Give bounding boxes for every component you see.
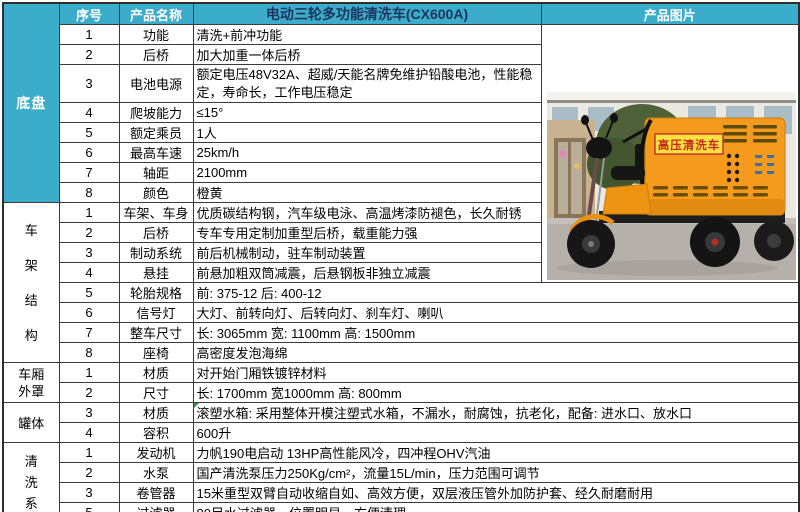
seq-cell: 3 xyxy=(59,403,119,423)
vehicle-sign-text: 高压清洗车 xyxy=(657,138,720,152)
spec-cell: 前后机械制动，驻车制动装置 xyxy=(193,243,541,263)
seq-cell: 3 xyxy=(59,243,119,263)
spec-cell: 2100mm xyxy=(193,163,541,183)
name-cell: 材质 xyxy=(119,363,193,383)
seq-cell: 4 xyxy=(59,263,119,283)
seq-cell: 4 xyxy=(59,423,119,443)
spec-cell: 加大加重一体后桥 xyxy=(193,45,541,65)
name-cell: 卷管器 xyxy=(119,483,193,503)
spec-cell: 力帆190电启动 13HP高性能风冷，四冲程OHV汽油 xyxy=(193,443,799,463)
floor-panel xyxy=(603,184,651,214)
seq-cell: 2 xyxy=(59,223,119,243)
section-label-tank: 罐体 xyxy=(3,403,59,443)
name-cell: 轮胎规格 xyxy=(119,283,193,303)
name-cell: 水泵 xyxy=(119,463,193,483)
name-cell: 过滤器 xyxy=(119,503,193,512)
name-cell: 后桥 xyxy=(119,45,193,65)
spec-cell: 长: 3065mm 宽: 1100mm 高: 1500mm xyxy=(193,323,799,343)
section-label-frame: 车架结构 xyxy=(3,203,59,363)
name-cell: 座椅 xyxy=(119,343,193,363)
name-cell: 功能 xyxy=(119,25,193,45)
seq-cell: 6 xyxy=(59,143,119,163)
seq-cell: 1 xyxy=(59,25,119,45)
seq-cell: 7 xyxy=(59,163,119,183)
seq-cell: 1 xyxy=(59,443,119,463)
name-cell: 后桥 xyxy=(119,223,193,243)
spec-cell: 600升 xyxy=(193,423,799,443)
product-spec-table: 底盘 序号 产品名称 电动三轮多功能清洗车(CX600A) 产品图片 1 功能 … xyxy=(2,2,800,512)
name-cell: 车架、车身 xyxy=(119,203,193,223)
seq-cell: 5 xyxy=(59,283,119,303)
spec-cell: 大灯、前转向灯、后转向灯、刹车灯、喇叭 xyxy=(193,303,799,323)
name-cell: 最高车速 xyxy=(119,143,193,163)
spec-cell: 橙黄 xyxy=(193,183,541,203)
seq-cell: 5 xyxy=(59,123,119,143)
spec-cell: 1人 xyxy=(193,123,541,143)
spec-cell: 高密度发泡海绵 xyxy=(193,343,799,363)
seq-cell: 8 xyxy=(59,343,119,363)
spec-cell: 国产清洗泵压力250Kg/cm²，流量15L/min，压力范围可调节 xyxy=(193,463,799,483)
spec-cell: 对开始门厢铁镀锌材料 xyxy=(193,363,799,383)
name-cell: 爬坡能力 xyxy=(119,103,193,123)
seq-cell: 4 xyxy=(59,103,119,123)
table-title: 电动三轮多功能清洗车(CX600A) xyxy=(193,3,541,25)
seq-cell: 3 xyxy=(59,65,119,103)
spec-cell: 额定电压48V32A、超威/天能名牌免维护铅酸电池，性能稳定，寿命长，工作电压稳… xyxy=(193,65,541,103)
spec-cell: 优质碳结构钢，汽车级电泳、高温烤漆防褪色，长久耐锈 xyxy=(193,203,541,223)
name-cell: 轴距 xyxy=(119,163,193,183)
product-photo-cell: 高压清洗车 xyxy=(541,25,799,283)
spec-cell: 清洗+前冲功能 xyxy=(193,25,541,45)
name-cell: 电池电源 xyxy=(119,65,193,103)
spec-cell: 80目水过滤器，位置明显，方便清理 xyxy=(193,503,799,512)
seq-cell: 1 xyxy=(59,363,119,383)
column-header-name: 产品名称 xyxy=(119,3,193,25)
name-cell: 颜色 xyxy=(119,183,193,203)
name-cell: 发动机 xyxy=(119,443,193,463)
spec-cell: 滚塑水箱: 采用整体开模注塑式水箱，不漏水，耐腐蚀，抗老化，配备: 进水口、放水… xyxy=(193,403,799,423)
seq-cell: 6 xyxy=(59,303,119,323)
seq-cell: 1 xyxy=(59,203,119,223)
section-label-chassis: 底盘 xyxy=(3,3,59,203)
headlight-cluster xyxy=(586,137,612,159)
seq-cell: 2 xyxy=(59,45,119,65)
seq-cell: 5 xyxy=(59,503,119,512)
seq-cell: 2 xyxy=(59,463,119,483)
spec-cell: 专车专用定制加重型后桥，载重能力强 xyxy=(193,223,541,243)
name-cell: 信号灯 xyxy=(119,303,193,323)
error-marker xyxy=(194,403,199,408)
name-cell: 制动系统 xyxy=(119,243,193,263)
column-header-seq: 序号 xyxy=(59,3,119,25)
spec-cell: ≤15° xyxy=(193,103,541,123)
name-cell: 额定乘员 xyxy=(119,123,193,143)
name-cell: 尺寸 xyxy=(119,383,193,403)
spec-cell: 25km/h xyxy=(193,143,541,163)
spec-cell: 前悬加粗双筒减震，后悬钢板非独立减震 xyxy=(193,263,541,283)
spec-cell: 前: 375-12 后: 400-12 xyxy=(193,283,799,303)
column-header-image: 产品图片 xyxy=(541,3,799,25)
seq-cell: 8 xyxy=(59,183,119,203)
section-label-cover: 车厢外罩 xyxy=(3,363,59,403)
name-cell: 整车尺寸 xyxy=(119,323,193,343)
seq-cell: 2 xyxy=(59,383,119,403)
name-cell: 材质 xyxy=(119,403,193,423)
seq-cell: 7 xyxy=(59,323,119,343)
spec-cell: 15米重型双臂自动收缩自如、高效方便，双层液压管外加防护套、经久耐磨耐用 xyxy=(193,483,799,503)
product-photo: 高压清洗车 xyxy=(547,92,796,280)
name-cell: 悬挂 xyxy=(119,263,193,283)
spec-cell: 长: 1700mm 宽1000mm 高: 800mm xyxy=(193,383,799,403)
name-cell: 容积 xyxy=(119,423,193,443)
section-label-washing: 清洗系统 xyxy=(3,443,59,512)
seq-cell: 3 xyxy=(59,483,119,503)
